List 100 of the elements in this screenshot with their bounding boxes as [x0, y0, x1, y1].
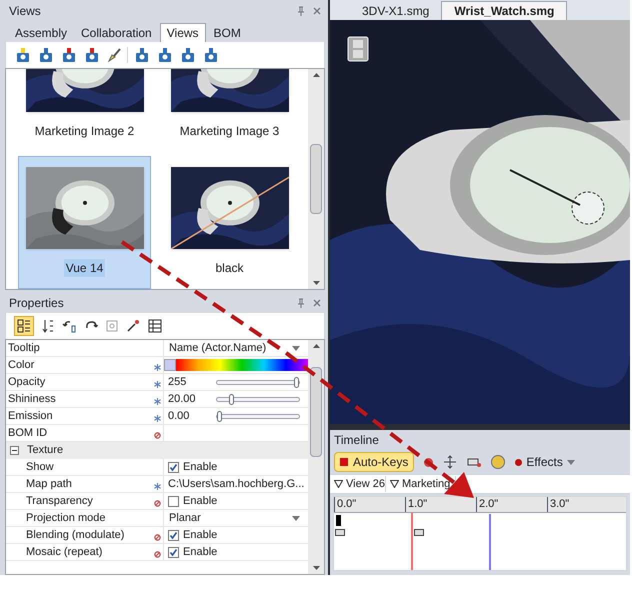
property-value: 0.00 — [168, 408, 190, 424]
table-icon[interactable] — [148, 319, 162, 333]
close-icon[interactable] — [313, 299, 321, 307]
undo-icon[interactable] — [62, 319, 76, 333]
ruler-label: 3.0" — [547, 497, 618, 512]
camera-icon[interactable] — [14, 46, 32, 64]
camera-icon[interactable] — [179, 46, 197, 64]
slider-track[interactable] — [216, 396, 300, 402]
camera-key-icon[interactable] — [467, 457, 482, 467]
panel-title: Properties — [9, 295, 64, 312]
property-dropdown[interactable]: Planar — [164, 510, 308, 526]
slider-track[interactable] — [216, 414, 300, 418]
close-icon[interactable] — [313, 7, 321, 15]
scrollbar-thumb[interactable] — [310, 144, 322, 214]
pin-icon[interactable] — [297, 298, 305, 308]
document-tab[interactable]: 3DV-X1.smg — [350, 1, 442, 20]
keyframe-marker[interactable] — [336, 515, 341, 526]
slider-thumb[interactable] — [217, 410, 222, 422]
view-thumbnail[interactable]: Marketing Image 2 — [18, 69, 151, 152]
camera-key-icon[interactable] — [335, 529, 345, 536]
camera-icon[interactable] — [156, 46, 174, 64]
property-value: 255 — [168, 374, 188, 390]
checkbox[interactable] — [168, 546, 179, 558]
property-name: BOM ID — [8, 426, 48, 441]
panel-title: Views — [9, 3, 41, 20]
document-tab[interactable]: Wrist_Watch.smg — [441, 1, 568, 20]
ruler-label: 2.0" — [476, 497, 547, 512]
property-name: Blending (modulate) — [26, 528, 126, 543]
scroll-down-icon[interactable] — [312, 566, 320, 570]
checkbox-label: Enable — [183, 494, 218, 509]
panel-title: Timeline — [333, 432, 380, 449]
effects-icon — [515, 458, 522, 466]
camera-icon[interactable] — [83, 46, 101, 64]
film-icon[interactable] — [346, 36, 370, 62]
property-name: Color — [8, 358, 36, 373]
property-name: Mosaic (repeat) — [26, 544, 104, 560]
slider-thumb[interactable] — [294, 376, 299, 388]
move-icon[interactable] — [443, 455, 458, 469]
checkbox-label: Enable — [183, 544, 218, 560]
camera-key-icon[interactable] — [414, 529, 424, 536]
property-name: Opacity — [8, 374, 46, 390]
view-thumbnail[interactable]: black — [163, 156, 296, 289]
property-name: Show — [26, 460, 55, 475]
color-spectrum[interactable] — [176, 359, 308, 371]
property-name: Transparency — [26, 494, 94, 509]
sort-icon[interactable] — [42, 319, 54, 333]
slider-track[interactable] — [216, 380, 300, 384]
brush-icon[interactable] — [106, 47, 122, 63]
camera-icon[interactable] — [37, 46, 55, 64]
track-label[interactable]: View 26 — [346, 476, 385, 492]
property-name: Map path — [26, 476, 73, 492]
checkbox-label: Enable — [183, 460, 218, 475]
group-name: Texture — [27, 443, 64, 458]
checkbox-label: Enable — [183, 528, 218, 543]
checkbox[interactable] — [168, 496, 179, 506]
track-label[interactable]: Marketing — [402, 476, 450, 492]
property-dropdown[interactable]: Name (Actor.Name) — [164, 340, 308, 356]
view-thumbnail[interactable]: Marketing Image 3 — [163, 69, 296, 152]
scroll-up-icon[interactable] — [312, 344, 320, 348]
effects-button[interactable]: Effects — [515, 453, 575, 471]
property-name: Projection mode — [26, 510, 106, 526]
scrollbar[interactable] — [308, 340, 324, 574]
caret-icon — [292, 346, 300, 350]
record-icon — [340, 458, 348, 466]
camera-icon[interactable] — [60, 46, 78, 64]
pin-icon[interactable] — [297, 6, 305, 16]
property-name: Emission — [8, 408, 54, 424]
ruler-label: 0.0" — [334, 497, 405, 512]
panel-tab[interactable]: Collaboration — [75, 23, 158, 42]
panel-tab[interactable]: Views — [160, 23, 206, 42]
scrollbar[interactable] — [308, 69, 324, 289]
property-name: Tooltip — [8, 340, 41, 356]
panel-tab[interactable]: BOM — [208, 23, 247, 42]
checkbox[interactable] — [168, 530, 179, 540]
view-label: Vue 14 — [64, 259, 106, 277]
scrollbar-thumb[interactable] — [310, 367, 322, 457]
camera-icon[interactable] — [133, 46, 151, 64]
property-name: Shininess — [8, 392, 57, 407]
expand-triangle-icon[interactable] — [390, 480, 399, 488]
panel-tab[interactable]: Assembly — [9, 23, 74, 42]
camera-icon[interactable] — [202, 46, 220, 64]
view-label: Marketing Image 2 — [34, 123, 136, 140]
caret-icon — [566, 460, 575, 464]
caret-icon — [292, 516, 300, 520]
view-label: black — [214, 260, 244, 277]
property-value: C:\Users\sam.hochberg.G... — [168, 478, 304, 490]
checkbox[interactable] — [168, 462, 179, 472]
color-key-icon[interactable] — [491, 455, 506, 469]
collapse-toggle[interactable] — [10, 446, 19, 455]
categorized-icon[interactable] — [14, 316, 34, 336]
expand-triangle-icon[interactable] — [334, 480, 343, 488]
property-value: 20.00 — [168, 392, 197, 407]
view-thumbnail[interactable]: Vue 14 — [18, 156, 151, 289]
scroll-down-icon[interactable] — [312, 281, 320, 285]
view-label: Marketing Image 3 — [178, 123, 280, 140]
auto-keys-button[interactable]: Auto-Keys — [334, 452, 414, 472]
eyedropper-icon[interactable] — [126, 319, 140, 333]
color-swatch[interactable] — [164, 359, 176, 371]
scroll-up-icon[interactable] — [312, 73, 320, 77]
slider-thumb[interactable] — [228, 394, 234, 404]
